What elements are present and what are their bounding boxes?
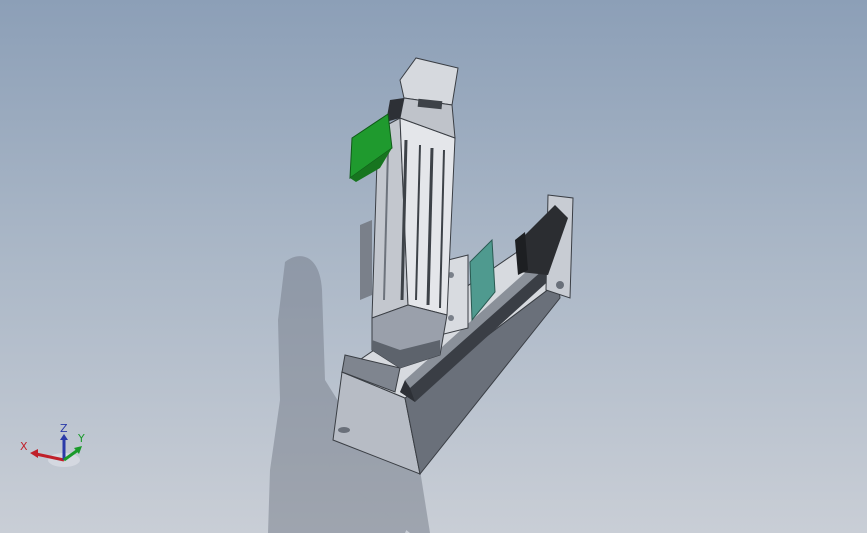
z-axis-label: Z	[60, 422, 68, 435]
y-axis-label: Y	[77, 432, 85, 445]
3d-viewport[interactable]: X Z Y	[0, 0, 867, 533]
mounting-hole	[338, 427, 350, 433]
x-axis-head	[30, 449, 38, 458]
side-slider-plate[interactable]	[360, 220, 372, 300]
cad-model-scene[interactable]	[0, 0, 867, 533]
coordinate-triad: X Z Y	[20, 422, 85, 467]
end-plate-hole	[556, 281, 564, 289]
x-axis-label: X	[20, 440, 28, 453]
